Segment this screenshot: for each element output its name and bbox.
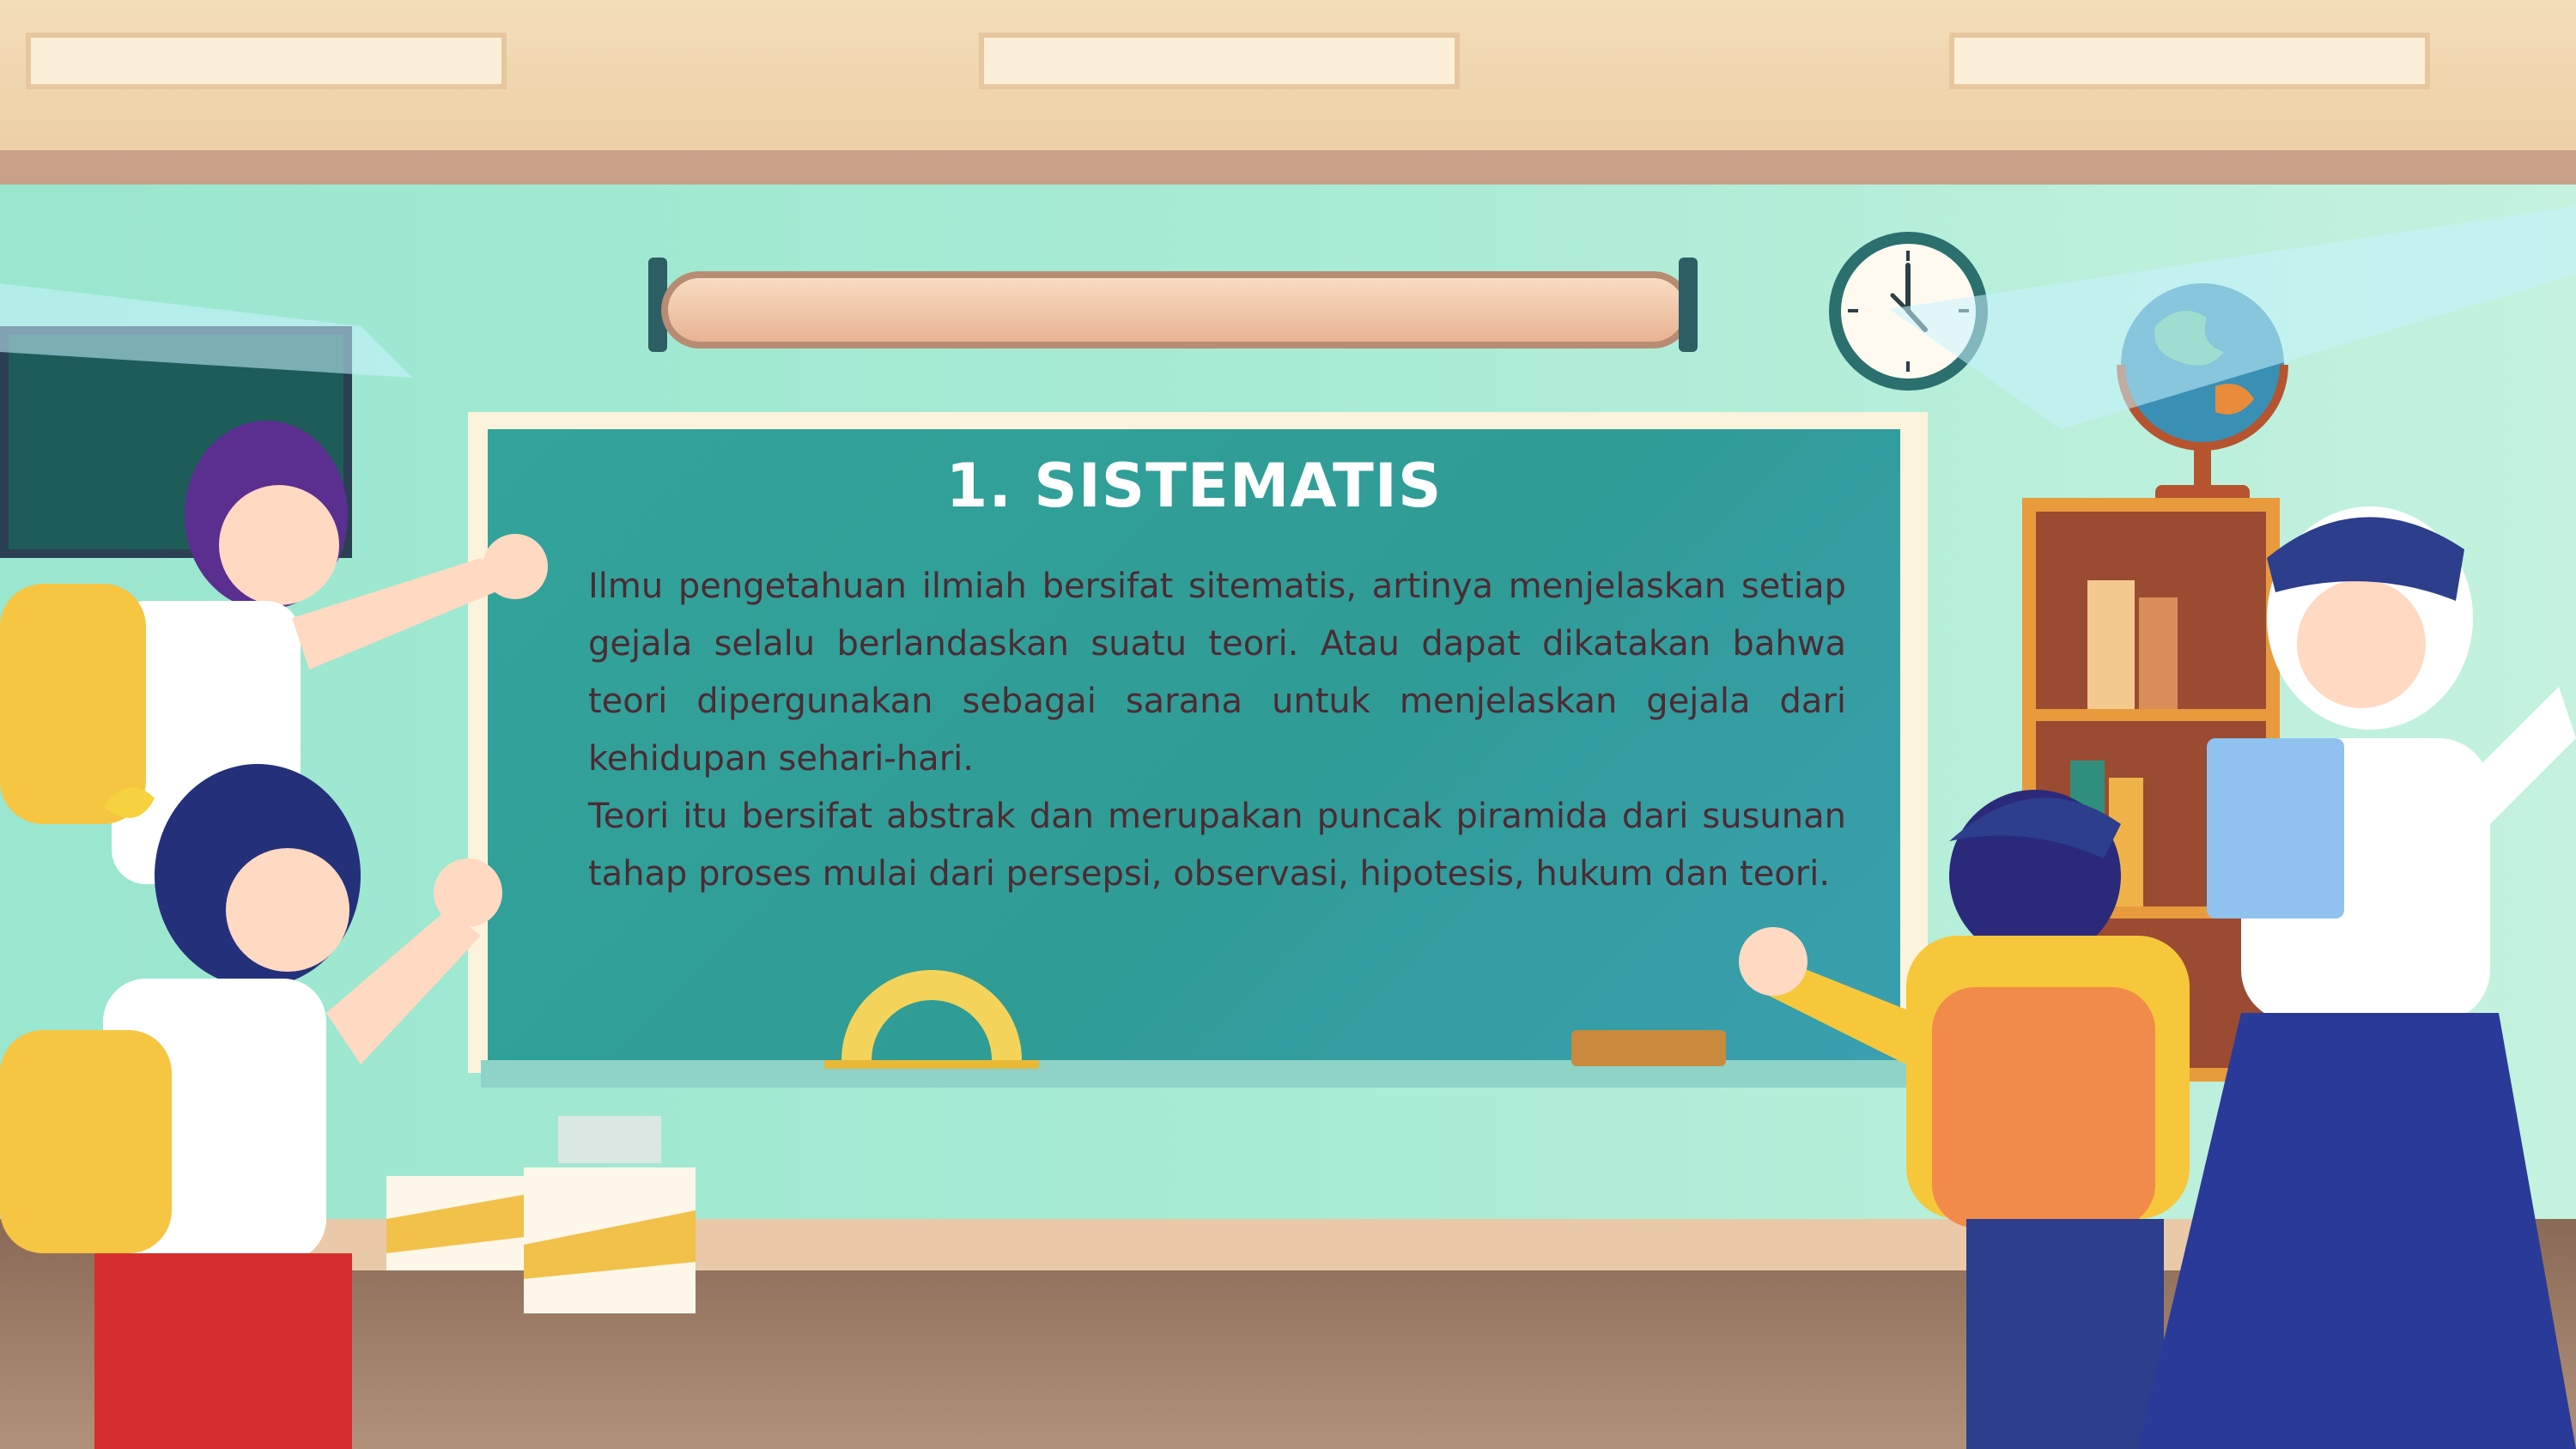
eraser-icon — [1571, 1030, 1726, 1066]
protractor-icon — [824, 901, 1039, 1069]
light-glare — [0, 206, 2576, 429]
ceiling-light — [26, 33, 507, 89]
students-left-illustration — [0, 421, 548, 1449]
paragraph: Teori itu bersifat abstrak dan merupakan… — [588, 797, 1846, 894]
paragraph: Ilmu pengetahuan ilmiah bersifat sitemat… — [588, 567, 1846, 779]
ceiling-light — [979, 33, 1460, 89]
students-right-illustration — [1739, 506, 2576, 1449]
ceiling-light — [1949, 33, 2430, 89]
slide-body: Ilmu pengetahuan ilmiah bersifat sitemat… — [588, 558, 1846, 903]
